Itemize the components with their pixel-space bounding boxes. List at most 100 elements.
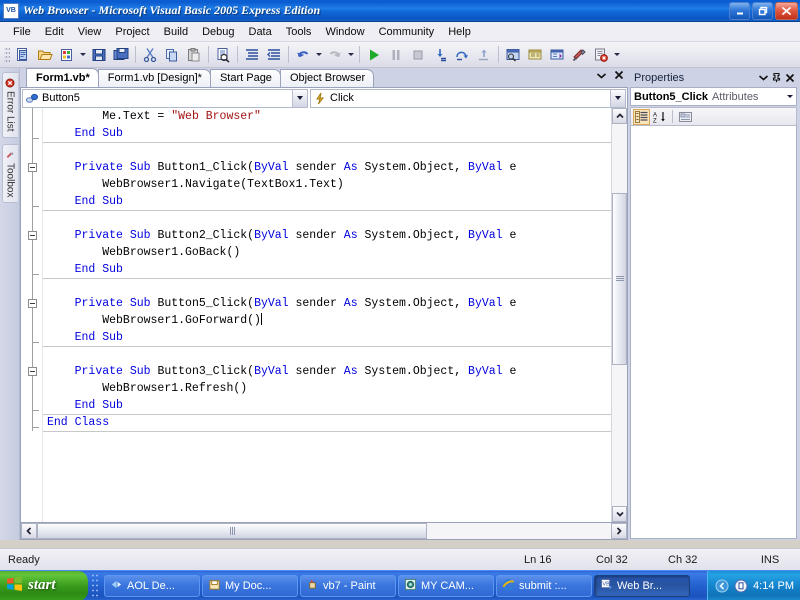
outlining-collapse-box[interactable] [28,231,37,240]
tab-object-browser[interactable]: Object Browser [280,69,374,87]
outlining-collapse-box[interactable] [28,163,37,172]
svg-text:VB: VB [602,581,610,587]
save-all-icon[interactable] [110,44,132,66]
object-browser-icon[interactable] [546,44,568,66]
menu-project[interactable]: Project [108,24,156,40]
add-new-item-dropdown-icon[interactable] [78,44,88,66]
taskbar-item-my-documents[interactable]: My Doc... [202,575,298,597]
restore-button[interactable] [752,2,773,20]
undo-dropdown-icon[interactable] [314,44,324,66]
step-into-icon[interactable] [429,44,451,66]
menu-file[interactable]: File [6,24,38,40]
tray-document-icon[interactable] [734,579,748,593]
taskbar-item-label: AOL De... [127,580,175,592]
menu-help[interactable]: Help [441,24,478,40]
start-button[interactable]: start [0,571,88,600]
horizontal-scroll-thumb[interactable] [37,523,427,539]
properties-object-dropdown[interactable]: Button5_Click Attributes [630,87,797,106]
toolbox-icon[interactable] [568,44,590,66]
properties-grid[interactable] [630,126,797,539]
tab-form1-vb-design[interactable]: Form1.vb [Design]* [98,69,211,87]
vertical-scroll-track[interactable] [612,124,627,506]
pin-icon[interactable] [770,71,783,84]
sidebar-item-error-list[interactable]: Error List [2,72,18,138]
redo-dropdown-icon[interactable] [346,44,356,66]
taskbar-grip[interactable] [91,573,99,599]
outlining-collapse-box[interactable] [28,299,37,308]
new-project-icon[interactable] [12,44,34,66]
toolbar-overflow-icon[interactable] [612,44,622,66]
save-icon[interactable] [88,44,110,66]
clock[interactable]: 4:14 PM [753,580,794,592]
taskbar-item-label: submit :... [519,580,567,592]
method-dropdown[interactable]: Click [310,89,626,108]
cut-icon[interactable] [139,44,161,66]
taskbar-item-paint[interactable]: vb7 - Paint [300,575,396,597]
close-icon[interactable] [783,71,796,84]
add-new-item-icon[interactable] [56,44,78,66]
redo-icon[interactable] [324,44,346,66]
scroll-down-button[interactable] [612,506,627,522]
solution-explorer-icon[interactable] [502,44,524,66]
property-pages-icon[interactable] [677,109,694,125]
uncomment-icon[interactable] [263,44,285,66]
copy-icon[interactable] [161,44,183,66]
stop-debug-icon[interactable] [407,44,429,66]
step-out-icon[interactable] [473,44,495,66]
scroll-right-button[interactable] [611,523,627,539]
horizontal-scrollbar[interactable] [20,523,628,540]
menu-debug[interactable]: Debug [195,24,241,40]
paste-icon[interactable] [183,44,205,66]
undo-icon[interactable] [292,44,314,66]
minimize-button[interactable] [729,2,750,20]
break-all-icon[interactable] [385,44,407,66]
taskbar-item-my-cam[interactable]: MY CAM... [398,575,494,597]
vertical-scrollbar[interactable] [611,108,627,522]
menu-data[interactable]: Data [242,24,279,40]
tab-start-page[interactable]: Start Page [210,69,281,87]
menu-tools[interactable]: Tools [279,24,319,40]
method-dropdown-arrow[interactable] [610,90,625,107]
menu-build[interactable]: Build [157,24,195,40]
code-line [43,278,611,295]
code-navigation-bar: Button5 Click [20,87,628,108]
chevron-down-icon[interactable] [596,71,607,81]
toolbar-grip[interactable] [4,46,10,64]
step-over-icon[interactable] [451,44,473,66]
outlining-collapse-box[interactable] [28,367,37,376]
properties-window-icon[interactable] [524,44,546,66]
scroll-up-button[interactable] [612,108,627,124]
properties-dropdown-arrow[interactable] [783,88,796,105]
taskbar-item-submit[interactable]: submit :... [496,575,592,597]
menu-view[interactable]: View [71,24,109,40]
scroll-left-button[interactable] [21,523,37,539]
class-dropdown[interactable]: Button5 [22,89,308,108]
close-button[interactable] [775,2,798,20]
menu-window[interactable]: Window [318,24,371,40]
chevron-down-icon[interactable] [757,71,770,84]
error-list-icon[interactable] [590,44,612,66]
outlining-margin[interactable] [21,108,43,522]
sidebar-item-toolbox[interactable]: Toolbox [2,144,18,203]
taskbar-item-label: vb7 - Paint [323,580,376,592]
vertical-scroll-thumb[interactable] [612,193,627,365]
taskbar-item-label: MY CAM... [421,580,474,592]
alphabetical-icon[interactable]: A Z [651,109,668,125]
tab-form1-vb[interactable]: Form1.vb* [26,68,99,87]
code-text-area[interactable]: Me.Text = "Web Browser" End Sub Private … [43,108,611,522]
comment-icon[interactable] [241,44,263,66]
page-title: Properties [634,72,757,84]
find-icon[interactable] [212,44,234,66]
code-editor[interactable]: Me.Text = "Web Browser" End Sub Private … [20,108,628,523]
close-icon[interactable] [614,70,624,82]
open-file-icon[interactable] [34,44,56,66]
categorized-icon[interactable] [633,109,650,125]
taskbar-item-aol[interactable]: AOL De... [104,575,200,597]
class-dropdown-arrow[interactable] [292,90,307,107]
horizontal-scroll-track[interactable] [37,523,611,539]
show-hidden-icons-icon[interactable] [715,579,729,593]
taskbar-item-web-browser[interactable]: VB Web Br... [594,575,690,597]
menu-edit[interactable]: Edit [38,24,71,40]
start-debug-icon[interactable] [363,44,385,66]
menu-community[interactable]: Community [372,24,442,40]
